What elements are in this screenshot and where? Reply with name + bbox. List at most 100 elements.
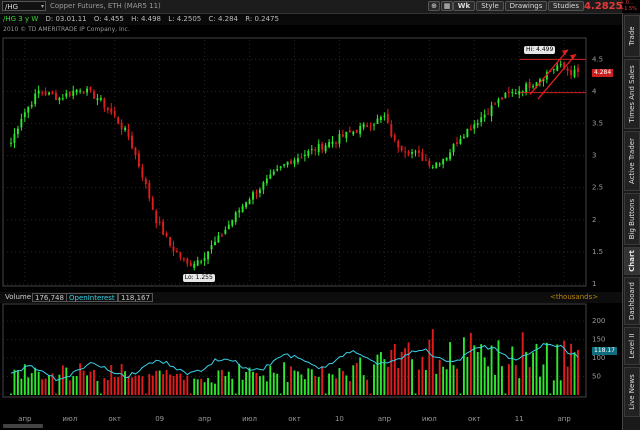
- volume-bar[interactable]: [469, 332, 472, 395]
- volume-bar[interactable]: [103, 378, 106, 395]
- volume-bar[interactable]: [37, 371, 40, 395]
- volume-bar[interactable]: [348, 381, 351, 395]
- volume-bar[interactable]: [276, 373, 279, 395]
- volume-bar[interactable]: [539, 376, 541, 395]
- volume-bar[interactable]: [75, 376, 78, 395]
- volume-bar[interactable]: [390, 349, 393, 395]
- price-candle[interactable]: [328, 139, 331, 149]
- side-tab-level-ii[interactable]: Level II: [624, 327, 640, 365]
- price-candle[interactable]: [220, 232, 223, 238]
- volume-bar[interactable]: [328, 373, 331, 395]
- price-candle[interactable]: [373, 122, 375, 131]
- price-candle[interactable]: [106, 106, 109, 114]
- price-candle[interactable]: [321, 141, 324, 154]
- price-candle[interactable]: [127, 123, 130, 141]
- price-candle[interactable]: [577, 64, 579, 78]
- price-candle[interactable]: [65, 89, 68, 99]
- price-candle[interactable]: [231, 219, 234, 228]
- volume-bar[interactable]: [196, 379, 199, 395]
- price-candle[interactable]: [186, 257, 189, 267]
- price-candle[interactable]: [13, 128, 16, 149]
- price-candle[interactable]: [134, 146, 137, 160]
- price-candle[interactable]: [203, 252, 206, 266]
- volume-bar[interactable]: [459, 393, 462, 395]
- volume-bar[interactable]: [79, 363, 82, 395]
- volume-bar[interactable]: [231, 378, 234, 395]
- volume-bar[interactable]: [456, 368, 458, 395]
- price-candle[interactable]: [141, 163, 144, 181]
- volume-bar[interactable]: [141, 376, 144, 395]
- volume-bar[interactable]: [30, 373, 33, 395]
- price-candle[interactable]: [335, 141, 337, 149]
- volume-bar[interactable]: [535, 343, 538, 395]
- price-candle[interactable]: [217, 231, 220, 243]
- volume-bar[interactable]: [435, 373, 438, 395]
- price-candle[interactable]: [103, 97, 106, 113]
- volume-bar[interactable]: [383, 359, 386, 395]
- volume-bar[interactable]: [10, 393, 12, 395]
- price-candle[interactable]: [297, 153, 299, 165]
- price-candle[interactable]: [476, 119, 479, 129]
- volume-bar[interactable]: [283, 362, 286, 395]
- price-candle[interactable]: [86, 85, 89, 96]
- price-candle[interactable]: [272, 169, 275, 176]
- price-candle[interactable]: [255, 189, 258, 199]
- side-tab-live-news[interactable]: Live News: [624, 367, 640, 417]
- volume-bar[interactable]: [379, 352, 382, 395]
- volume-bar[interactable]: [345, 375, 348, 395]
- price-candle[interactable]: [265, 174, 268, 186]
- price-candle[interactable]: [290, 158, 292, 165]
- volume-bar[interactable]: [352, 365, 355, 395]
- volume-bar[interactable]: [366, 379, 369, 395]
- volume-bar[interactable]: [44, 378, 47, 395]
- volume-bar[interactable]: [542, 364, 545, 395]
- price-candle[interactable]: [248, 197, 251, 205]
- volume-bar[interactable]: [272, 372, 275, 395]
- volume-bar[interactable]: [238, 363, 241, 395]
- price-candle[interactable]: [23, 108, 26, 122]
- volume-bar[interactable]: [255, 372, 258, 395]
- price-candle[interactable]: [16, 125, 19, 139]
- price-candle[interactable]: [456, 136, 458, 147]
- price-candle[interactable]: [262, 180, 265, 195]
- price-candle[interactable]: [424, 153, 427, 162]
- price-candle[interactable]: [431, 164, 434, 170]
- price-candle[interactable]: [528, 78, 531, 92]
- volume-bar[interactable]: [473, 345, 476, 395]
- price-candle[interactable]: [362, 122, 365, 131]
- price-candle[interactable]: [131, 131, 133, 150]
- price-candle[interactable]: [438, 162, 441, 167]
- volume-bar[interactable]: [176, 373, 178, 395]
- volume-bar[interactable]: [407, 342, 410, 395]
- volume-bar[interactable]: [193, 378, 196, 395]
- price-candle[interactable]: [518, 86, 521, 99]
- price-candle[interactable]: [462, 133, 465, 139]
- chevron-down-icon[interactable]: ▾: [41, 2, 44, 12]
- price-candle[interactable]: [148, 179, 151, 202]
- volume-bar[interactable]: [431, 329, 434, 395]
- grid-icon[interactable]: ▦: [441, 1, 453, 11]
- volume-bar[interactable]: [300, 374, 303, 395]
- price-candle[interactable]: [117, 116, 120, 125]
- price-candle[interactable]: [532, 83, 534, 89]
- volume-bar[interactable]: [48, 374, 50, 395]
- price-candle[interactable]: [383, 112, 386, 121]
- volume-bar[interactable]: [331, 374, 334, 395]
- volume-bar[interactable]: [324, 393, 327, 395]
- price-candle[interactable]: [210, 240, 213, 254]
- volume-bar[interactable]: [20, 378, 23, 395]
- price-candle[interactable]: [390, 120, 393, 138]
- volume-bar[interactable]: [55, 393, 57, 395]
- volume-bar[interactable]: [269, 365, 272, 395]
- volume-bar[interactable]: [214, 383, 216, 395]
- volume-bar[interactable]: [570, 343, 573, 395]
- volume-bar[interactable]: [317, 376, 320, 395]
- volume-bar[interactable]: [224, 375, 227, 395]
- volume-bar[interactable]: [487, 366, 490, 395]
- period-label[interactable]: /HG 3 y W: [3, 15, 38, 23]
- volume-bar[interactable]: [200, 378, 203, 395]
- volume-bar[interactable]: [27, 377, 30, 395]
- volume-bar[interactable]: [518, 378, 521, 395]
- volume-bar[interactable]: [262, 375, 265, 395]
- volume-bar[interactable]: [158, 370, 161, 395]
